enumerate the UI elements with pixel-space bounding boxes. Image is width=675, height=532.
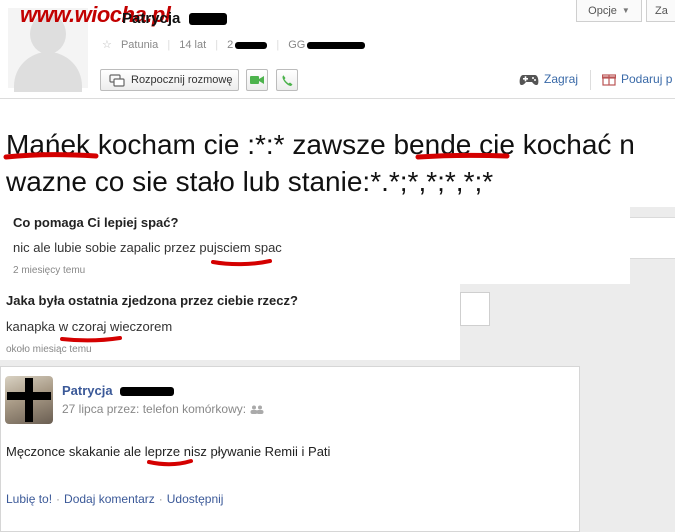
redaction-bar (120, 387, 175, 397)
profile-meta: ☆ Patunia | 14 lat | 2 | GG (102, 38, 371, 51)
question-title: Jaka była ostatnia zjedzona przez ciebie… (6, 293, 298, 308)
side-panel-fragment (460, 292, 490, 326)
meta-number: 2 (227, 39, 234, 51)
side-panel-fragment (630, 217, 675, 259)
post-meta-text: 27 lipca przez: telefon komórkowy: (62, 402, 247, 416)
truncated-button[interactable]: Za (646, 0, 675, 22)
like-link[interactable]: Lubię to! (6, 492, 52, 506)
post-content: Męczonce skakanie ale leprze nisz pływan… (6, 444, 331, 459)
redaction-bar (307, 41, 366, 49)
post-actions: Lubię to! · Dodaj komentarz · Udostępnij (6, 492, 223, 506)
redaction-bar (235, 41, 268, 49)
question-timestamp: 2 miesięcy temu (13, 265, 86, 276)
gift-link-label: Podaruj p (621, 72, 673, 86)
gift-icon (602, 74, 616, 86)
action-separator: · (56, 492, 61, 506)
meta-nick: Patunia (120, 39, 159, 51)
question-answer: kanapka w czoraj wieczorem (6, 319, 173, 334)
play-link[interactable]: Zagraj (519, 72, 578, 86)
post-author-avatar[interactable] (5, 376, 53, 424)
post-author-name[interactable]: Patrycja (62, 383, 175, 398)
options-dropdown[interactable]: Opcje ▼ (576, 0, 642, 22)
phone-icon (282, 74, 292, 86)
comment-link[interactable]: Dodaj komentarz (64, 492, 155, 506)
video-call-button[interactable] (246, 69, 268, 91)
play-link-label: Zagraj (544, 72, 579, 86)
redaction-bar (188, 13, 227, 26)
chat-bubbles-icon (109, 73, 125, 87)
profile-name-text: Patrycja (122, 10, 181, 27)
start-chat-button[interactable]: Rozpocznij rozmowę (100, 69, 239, 91)
meta-age: 14 lat (179, 39, 207, 51)
video-camera-icon (250, 76, 264, 84)
divider (590, 70, 591, 90)
question-title: Co pomaga Ci lepiej spać? (13, 215, 179, 230)
status-text: Mańek kocham cie :*:* zawsze bende cie k… (6, 129, 635, 197)
cross-mark-icon (7, 378, 51, 422)
post-meta: 27 lipca przez: telefon komórkowy: (62, 402, 264, 416)
options-label: Opcje (588, 4, 617, 17)
question-timestamp: około miesiąc temu (6, 344, 92, 355)
star-icon[interactable]: ☆ (102, 39, 112, 51)
question-answer: nic ale lubie sobie zapalic przez pujsci… (13, 240, 282, 255)
share-link[interactable]: Udostępnij (167, 492, 224, 506)
chevron-down-icon: ▼ (621, 6, 630, 15)
post-author-text: Patrycja (62, 383, 113, 398)
profile-name[interactable]: Patrycja (122, 10, 227, 27)
gamepad-icon (519, 74, 539, 85)
friends-icon (250, 405, 264, 414)
meta-gg: GG (288, 39, 306, 51)
phone-call-button[interactable] (276, 69, 298, 91)
action-separator: · (158, 492, 163, 506)
gift-link[interactable]: Podaruj p (602, 72, 672, 86)
start-chat-label: Rozpocznij rozmowę (131, 74, 233, 86)
